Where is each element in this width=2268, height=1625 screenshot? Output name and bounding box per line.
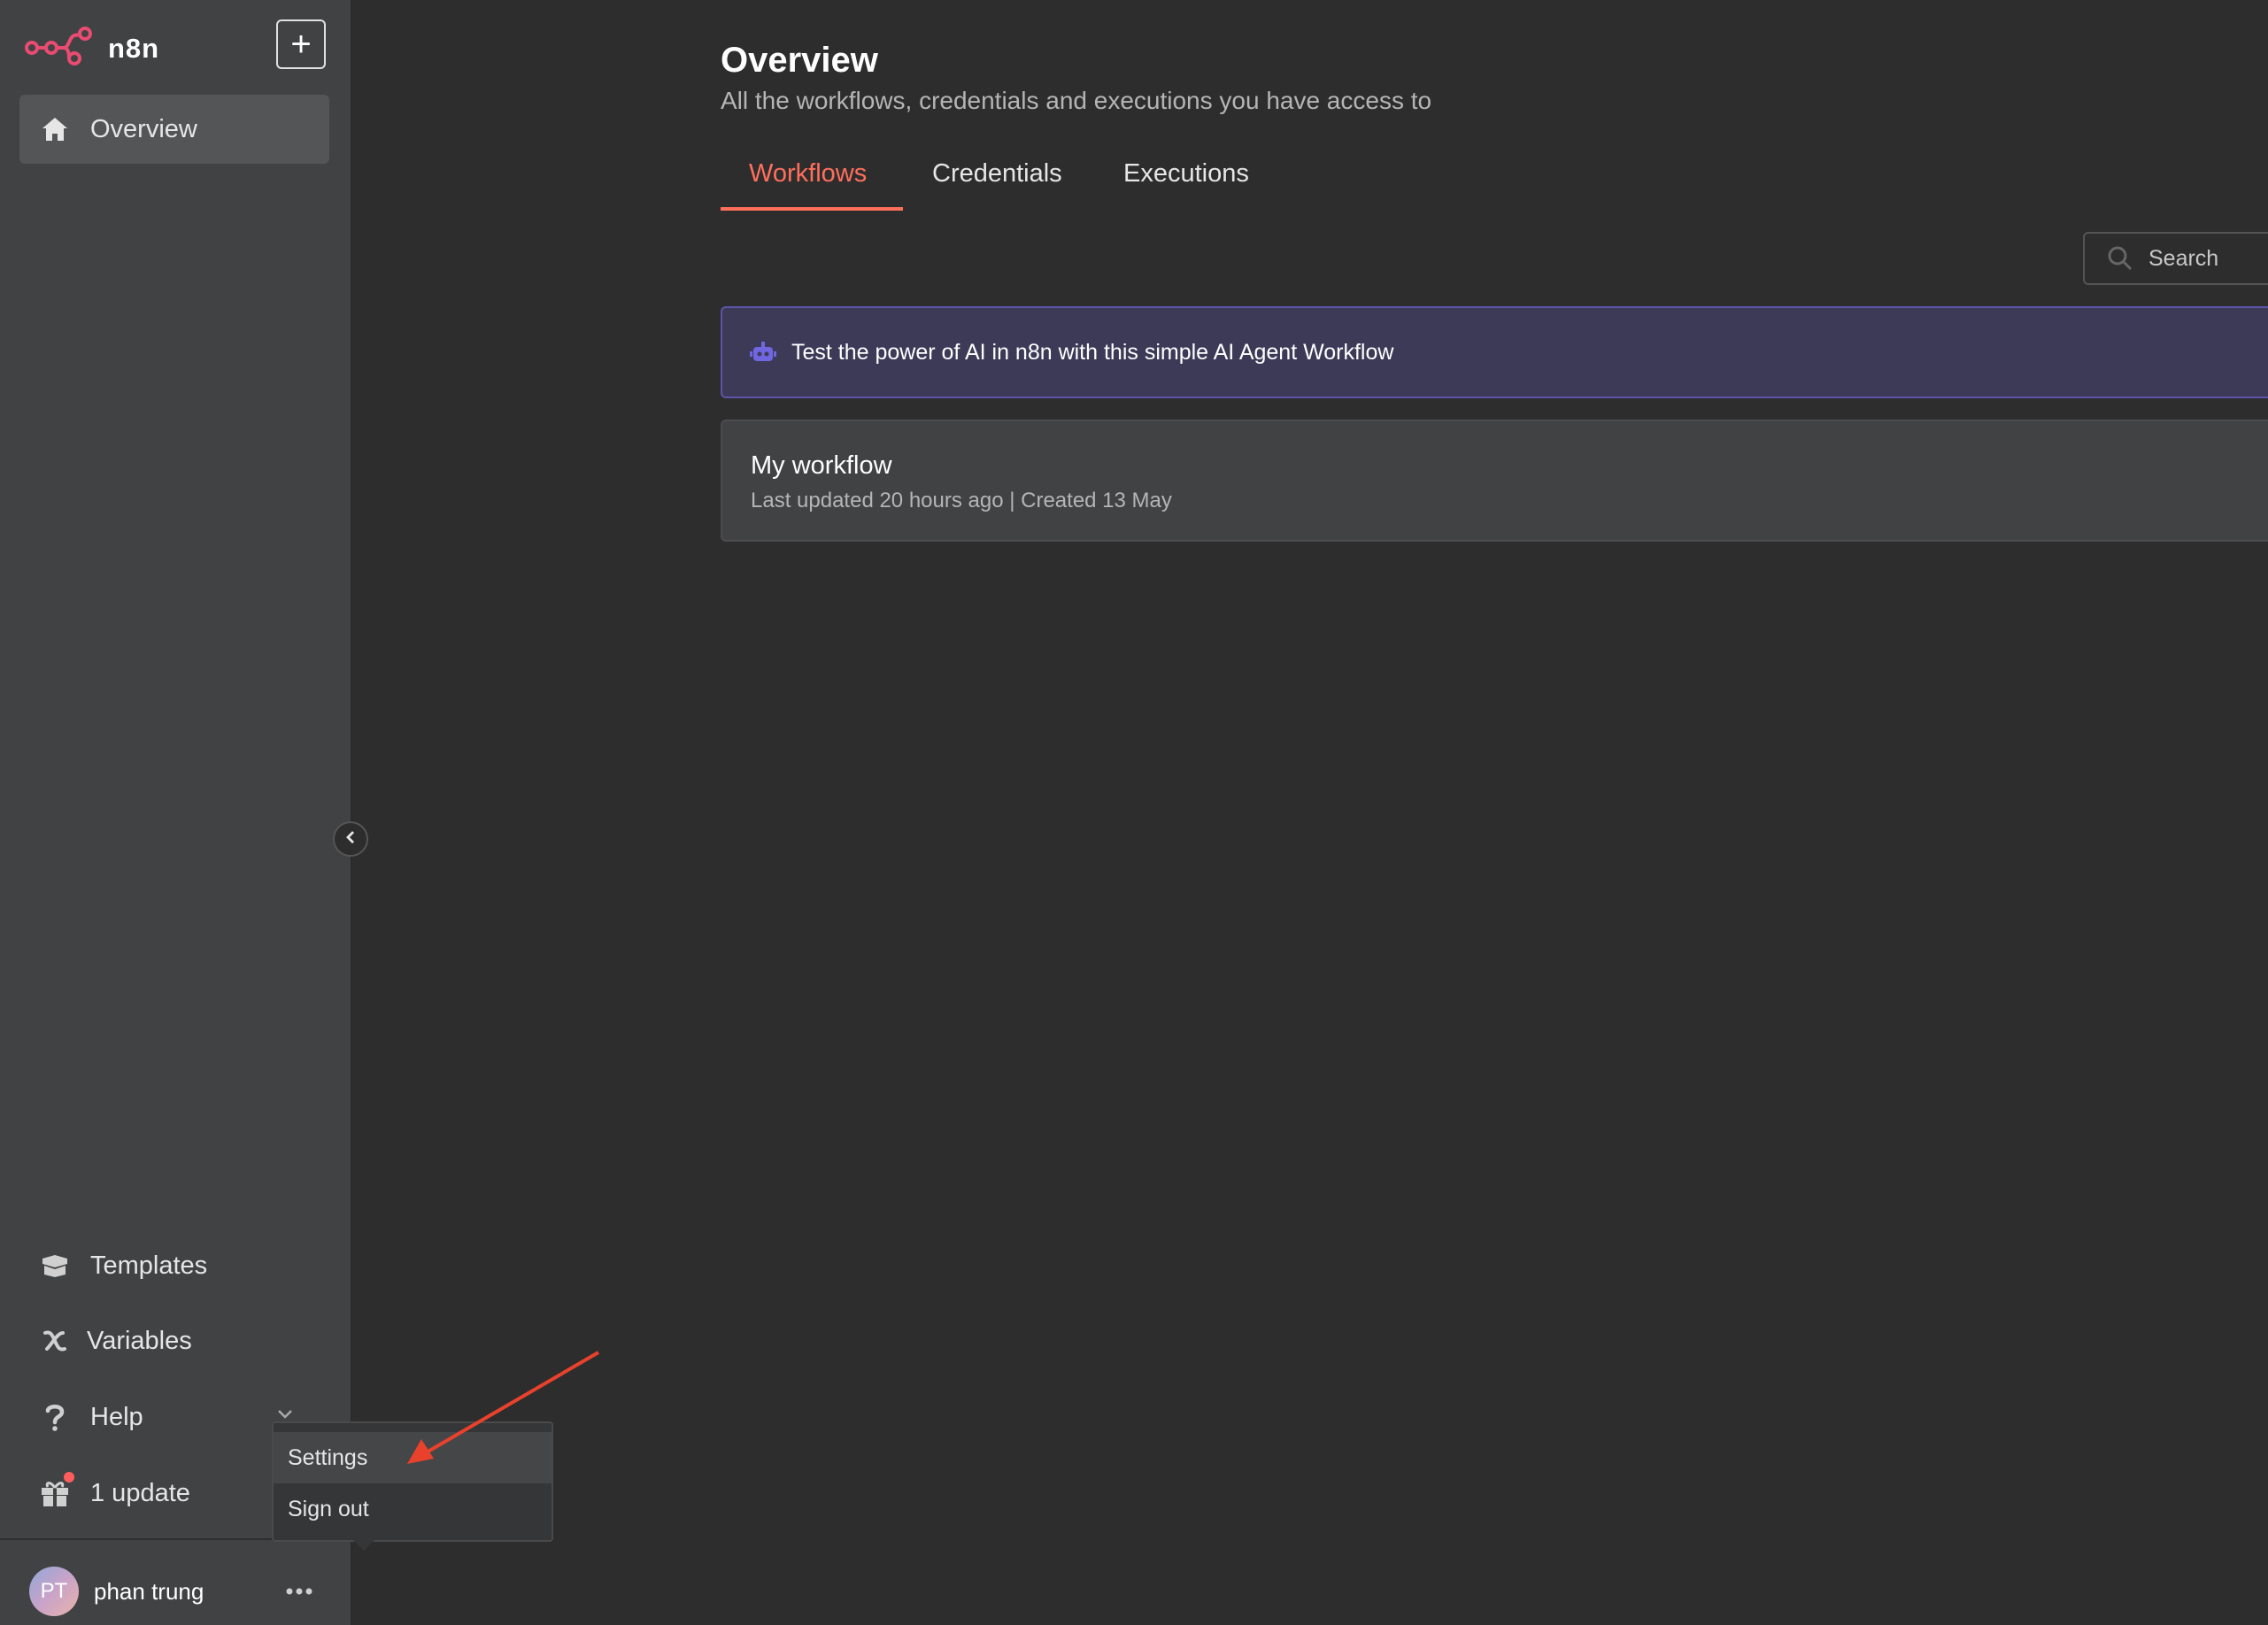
- tab-credentials[interactable]: Credentials: [932, 159, 1062, 212]
- question-mark-icon: [37, 1399, 73, 1435]
- search-field[interactable]: [2083, 232, 2268, 285]
- add-button[interactable]: +: [276, 19, 326, 69]
- menu-item-sign-out[interactable]: Sign out: [274, 1483, 552, 1535]
- tab-workflows[interactable]: Workflows: [749, 159, 867, 212]
- sidebar-item-label: 1 update: [90, 1478, 190, 1507]
- workflow-card[interactable]: My workflow Last updated 20 hours ago | …: [721, 420, 2268, 542]
- sidebar-item-label: Templates: [90, 1251, 208, 1280]
- user-name: phan trung: [94, 1578, 204, 1605]
- sidebar-item-overview[interactable]: Overview: [19, 95, 329, 164]
- sidebar-item-label: Variables: [87, 1326, 192, 1355]
- templates-box-icon: [37, 1248, 73, 1283]
- sidebar-item-templates[interactable]: Templates: [19, 1235, 329, 1297]
- search-icon: [2106, 244, 2134, 273]
- logo[interactable]: n8n: [25, 27, 159, 70]
- ai-agent-banner[interactable]: Test the power of AI in n8n with this si…: [721, 306, 2268, 398]
- brand-name: n8n: [108, 32, 160, 64]
- page-subtitle: All the workflows, credentials and execu…: [721, 87, 1432, 114]
- workflow-name[interactable]: My workflow: [751, 451, 892, 481]
- gift-icon: [37, 1472, 74, 1511]
- ellipsis-icon: [286, 1583, 312, 1599]
- sidebar: n8n + Overview Templates Variables Help: [0, 0, 352, 1625]
- collapse-sidebar-button[interactable]: [333, 821, 368, 857]
- popup-arrow: [353, 1540, 374, 1551]
- home-icon: [37, 112, 73, 147]
- user-menu-button[interactable]: [280, 1575, 319, 1607]
- avatar[interactable]: PT: [29, 1567, 79, 1616]
- active-tab-indicator: [721, 207, 903, 211]
- variable-x-icon: [37, 1323, 73, 1359]
- sidebar-item-label: Help: [90, 1402, 143, 1431]
- robot-icon: [749, 338, 777, 366]
- search-input[interactable]: [2147, 244, 2268, 273]
- sidebar-item-label: Overview: [90, 114, 197, 143]
- plus-icon: +: [290, 25, 312, 64]
- n8n-logo-icon: [25, 27, 96, 70]
- sidebar-item-variables[interactable]: Variables: [19, 1310, 329, 1372]
- page-title: Overview: [721, 41, 878, 80]
- ai-banner-text: Test the power of AI in n8n with this si…: [791, 339, 1394, 365]
- workflow-meta: Last updated 20 hours ago | Created 13 M…: [751, 489, 1172, 512]
- chevron-left-icon: [343, 829, 358, 850]
- annotation-arrow: [407, 1351, 600, 1464]
- tab-executions[interactable]: Executions: [1123, 159, 1249, 212]
- notification-dot: [64, 1472, 74, 1483]
